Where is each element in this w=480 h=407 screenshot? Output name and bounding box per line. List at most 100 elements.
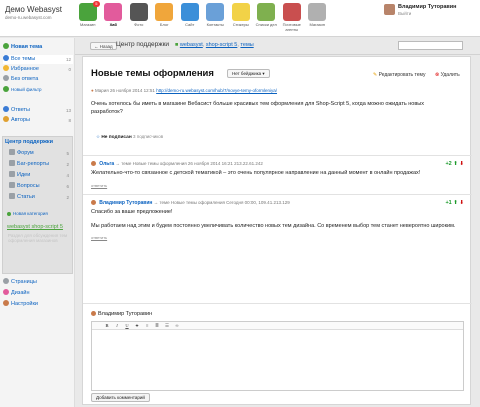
hub-category[interactable]: Вопросы 6 xyxy=(9,182,71,191)
app-hub[interactable]: Хаб xyxy=(101,2,127,32)
hub-category-count: 4 xyxy=(66,173,69,178)
hub-title[interactable]: Центр поддержки xyxy=(5,138,75,147)
avatar[interactable] xyxy=(384,4,395,15)
vote-down-icon[interactable]: ⬇ xyxy=(459,200,464,206)
toolbar-button[interactable]: U xyxy=(122,323,132,328)
new-topic-button[interactable]: Новая тема xyxy=(3,43,73,52)
hub-category-count: 2 xyxy=(66,195,69,200)
app-label: Магазин xyxy=(80,22,96,27)
hub-panel: Центр поддержки Форум 5 Баг-репорты 2 Идеи 4 В… xyxy=(2,136,73,274)
hub-category[interactable]: Баг-репорты 2 xyxy=(9,160,71,169)
sidebar-item-design[interactable]: Дизайн xyxy=(3,289,73,298)
sidebar-item-label: Ответы xyxy=(11,107,31,113)
delete-topic-label: Удалить xyxy=(440,72,460,78)
topic-title: Новые темы оформления xyxy=(91,68,214,79)
brand-domain[interactable]: demo-ru.webasyst.com xyxy=(5,15,62,20)
app-blog-pencil[interactable]: Блог xyxy=(152,2,178,32)
sidebar-item-count: 13 xyxy=(65,108,71,113)
reply-link[interactable]: ответить xyxy=(91,235,464,240)
brand[interactable]: Демо Webasyst demo-ru.webasyst.com xyxy=(5,5,62,20)
topic-url-link[interactable]: http://demo-ru.webasyst.com/hub/7/novye-… xyxy=(156,88,277,93)
user-name[interactable]: Владимир Туторавин xyxy=(398,4,457,10)
toolbar-button[interactable]: I xyxy=(112,323,122,328)
app-label: Хаб xyxy=(109,22,117,27)
comment: Владимир Туторавин → теме Новые темы офо… xyxy=(91,200,464,240)
app-camera[interactable]: Фото xyxy=(126,2,152,32)
breadcrumb-item[interactable]: webasyst xyxy=(180,42,203,48)
sidebar-item-label: Авторы xyxy=(11,117,30,123)
folder-icon xyxy=(9,182,15,188)
filter-icon xyxy=(3,116,9,122)
sidebar-item-settings[interactable]: Настройки xyxy=(3,300,73,309)
sidebar-item[interactable]: Новый фильтр xyxy=(3,85,73,94)
sidebar-item[interactable]: Без ответа xyxy=(3,75,73,84)
sidebar-item[interactable]: Авторы 8 xyxy=(3,116,73,125)
hub-category[interactable]: Идеи 4 xyxy=(9,171,71,180)
rating-value: +2 xyxy=(445,161,452,167)
breadcrumb-item[interactable]: shop-script 5 xyxy=(206,42,238,48)
hub-icon xyxy=(104,3,123,21)
logout-link[interactable]: Выйти xyxy=(398,11,411,16)
badge-dropdown[interactable]: Нет бейджика ▾ xyxy=(227,69,270,78)
hub-category-count: 6 xyxy=(66,184,69,189)
hub-category[interactable]: Форум 5 xyxy=(9,149,71,158)
sidebar-item-count: 12 xyxy=(65,57,71,62)
notification-badge: 5 xyxy=(93,1,100,7)
toolbar-button[interactable]: B xyxy=(102,323,112,328)
divider xyxy=(83,303,472,304)
comment-meta: → теме Новые темы оформления 26 ноября 2… xyxy=(115,161,263,166)
app-checklists[interactable]: Списки дел xyxy=(254,2,280,32)
search-input[interactable] xyxy=(398,41,463,50)
sidebar-item[interactable]: Избранное 0 xyxy=(3,65,73,74)
toolbar-button[interactable]: ≣ xyxy=(152,323,162,329)
delete-topic-link[interactable]: ⊗ Удалить xyxy=(435,72,460,78)
app-shopping-cart[interactable]: 5 Магазин xyxy=(75,1,101,32)
new-category-link[interactable]: Новая категория xyxy=(7,209,77,218)
vote-down-icon[interactable]: ⬇ xyxy=(459,161,464,167)
breadcrumb-item[interactable]: темы xyxy=(240,42,253,48)
comment-author[interactable]: Ольга xyxy=(99,161,114,167)
star-icon[interactable]: ☆ xyxy=(96,134,100,139)
sidebar-item-pages[interactable]: Страницы xyxy=(3,278,73,287)
topic-meta: ● Мария 26 ноября 2014 12:51 http://demo… xyxy=(91,88,277,93)
hub-category-count: 2 xyxy=(66,162,69,167)
delete-icon: ⊗ xyxy=(435,72,440,78)
comment-header: Ольга → теме Новые темы оформления 26 но… xyxy=(91,161,464,167)
app-stickers[interactable]: Стикеры xyxy=(228,2,254,32)
app-store[interactable]: Магазин xyxy=(305,2,331,32)
topic-author[interactable]: Мария xyxy=(95,88,109,93)
brand-title[interactable]: Демо Webasyst xyxy=(5,5,62,14)
sidebar-item[interactable]: Все темы 12 xyxy=(3,55,73,64)
app-label: Блог xyxy=(159,22,169,27)
filter-icon xyxy=(3,75,9,81)
subscriber-count: 3 подписчиков xyxy=(133,134,164,139)
hub-category[interactable]: Статьи 2 xyxy=(9,193,71,202)
pages-icon xyxy=(3,278,9,284)
vote-up-icon[interactable]: ⬆ xyxy=(453,200,458,206)
subscribe-status[interactable]: Не подписан xyxy=(101,135,131,140)
toolbar-button[interactable]: ∞ xyxy=(172,323,182,328)
app-contacts[interactable]: Контакты xyxy=(203,2,229,32)
editor-toolbar: B I U S ≡ ≣ ☰ ∞ xyxy=(92,322,463,330)
toolbar-button[interactable]: ☰ xyxy=(162,323,172,329)
avatar xyxy=(91,311,96,316)
toolbar-button[interactable]: S xyxy=(132,323,142,328)
reply-link[interactable]: ответить xyxy=(91,183,464,188)
add-comment-button[interactable]: Добавить комментарий xyxy=(91,393,150,402)
app-site[interactable]: Сайт xyxy=(177,2,203,32)
sidebar-item[interactable]: Ответы 13 xyxy=(3,106,73,115)
other-hub-link[interactable]: webasyst shop-script 5 xyxy=(7,223,77,232)
back-button[interactable]: ← Назад xyxy=(90,42,117,50)
app-mailer[interactable]: Почтовые агенты xyxy=(279,2,305,32)
vote-up-icon[interactable]: ⬆ xyxy=(453,161,458,167)
filter-icon xyxy=(3,55,9,61)
comment-editor[interactable]: B I U S ≡ ≣ ☰ ∞ xyxy=(91,321,464,391)
plus-icon xyxy=(3,43,9,49)
reply-author: Владимир Туторавин xyxy=(91,311,152,317)
new-topic-label: Новая тема xyxy=(11,44,43,50)
app-label: Списки дел xyxy=(255,22,277,27)
comment-author[interactable]: Владимир Туторавин xyxy=(99,200,152,206)
edit-topic-link[interactable]: ✎ Редактировать тему xyxy=(373,72,426,78)
blog-pencil-icon xyxy=(155,3,174,21)
toolbar-button[interactable]: ≡ xyxy=(142,323,152,328)
